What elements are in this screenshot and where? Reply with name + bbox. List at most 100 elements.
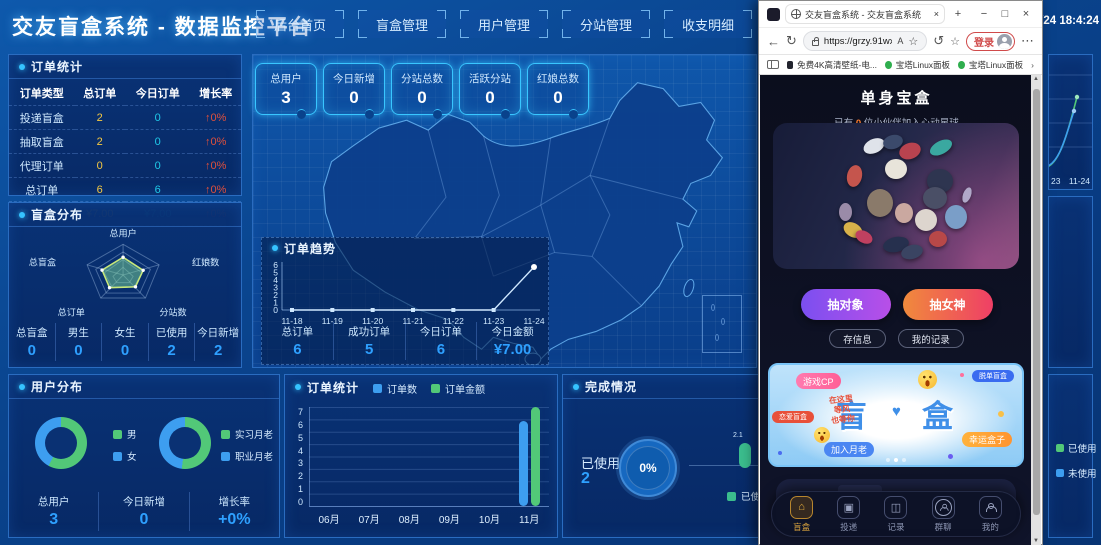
banner-tag: 幸运盒子	[962, 432, 1012, 447]
tab-me[interactable]: 我的	[979, 496, 1002, 533]
svg-text:总订单: 总订单	[58, 306, 85, 317]
collections-icon[interactable]: ☆	[950, 35, 960, 48]
close-button[interactable]: ×	[1018, 8, 1034, 20]
nav-tab-label: 分站管理	[580, 15, 632, 34]
promo-banner[interactable]: 盲 ♥ 盒 游戏CP 脱单盲盒 恋爱盲盒 加入月老 幸运盒子 在这里等风也等你	[768, 363, 1024, 467]
svg-text:总用户: 总用户	[109, 228, 136, 239]
panel-title: 订单统计	[31, 58, 83, 75]
nav-tab-label: 收支明细	[682, 15, 734, 34]
panel-title: 订单统计	[307, 379, 359, 396]
maximize-button[interactable]: □	[997, 8, 1013, 20]
panel-title: 盲盒分布	[31, 206, 83, 223]
x-tick: 09月	[439, 511, 460, 526]
legend-swatch	[727, 492, 736, 501]
tab-close-icon[interactable]: ×	[934, 9, 939, 19]
site-icon	[885, 61, 892, 69]
nav-tab[interactable]: 盲盒管理	[358, 10, 446, 38]
sync-icon[interactable]: ↺	[933, 33, 944, 49]
stat-badge: 分站总数 0	[391, 63, 453, 115]
stat-item: 今日新增 0	[98, 492, 188, 531]
tab-records[interactable]: ◫ 记录	[884, 496, 907, 533]
sidebar-icon[interactable]	[767, 60, 779, 69]
stat-item: 成功订单 5	[333, 322, 405, 360]
stat-item: 今日新增 2	[194, 323, 241, 361]
stat-item: 已使用 2	[148, 323, 195, 361]
bookmarks-overflow-icon[interactable]: ›	[1031, 60, 1034, 70]
scrollbar-thumb[interactable]	[1033, 89, 1040, 515]
avatar-planet-card	[773, 123, 1019, 269]
bullet-icon	[272, 245, 278, 251]
deco-dot	[778, 451, 782, 455]
table-header: 今日订单	[125, 81, 191, 106]
nav-tab-label: 用户管理	[478, 15, 530, 34]
panel-title: 完成情况	[585, 378, 637, 395]
order-bar-panel: 订单统计 订单数订单金额 76543210 06月07月08月09月10月11月	[284, 374, 558, 538]
nav-tab[interactable]: 后台首页	[256, 10, 344, 38]
favorite-star-icon[interactable]: ☆	[908, 35, 918, 48]
nav-tab[interactable]: 收支明细	[664, 10, 752, 38]
nav-tab[interactable]: 用户管理	[460, 10, 548, 38]
user-dist-stats: 总用户 3 今日新增 0 增长率 +0%	[9, 492, 279, 531]
bookmark-item[interactable]: 宝塔Linux面板	[958, 59, 1023, 71]
legend-swatch	[373, 384, 382, 393]
browser-tab[interactable]: 交友盲盒系统 - 交友盲盒系统 ×	[785, 4, 945, 24]
new-tab-button[interactable]: +	[950, 8, 966, 20]
svg-text:0: 0	[273, 305, 278, 315]
map-panel: 总用户 3 今日新增 0 分站总数 0 活跃分站 0 红娘总数 0 订单趋势 6…	[252, 54, 757, 368]
stat-badge: 活跃分站 0	[459, 63, 521, 115]
nav-tab[interactable]: 分站管理	[562, 10, 650, 38]
matchmaker-legend: 实习月老职业月老	[221, 427, 273, 463]
stat-badge: 总用户 3	[255, 63, 317, 115]
address-bar[interactable]: https://grzy.91wx.x... A ☆	[803, 31, 927, 51]
refresh-icon[interactable]: ↻	[786, 33, 797, 49]
screen: 交友盲盒系统 - 数据监控平台 /24 18:4:24 后台首页盲盒管理用户管理…	[0, 0, 1101, 545]
read-aloud-icon[interactable]: A	[897, 36, 903, 46]
order-trend-panel: 订单趋势 654321011-1811-1911-2011-2111-2211-…	[261, 237, 549, 365]
tab-delivery[interactable]: ▣ 投递	[837, 496, 860, 533]
banner-tag: 游戏CP	[796, 373, 841, 389]
user-trend-panel: 23 11-24	[1048, 54, 1093, 190]
x-tick: 10月	[479, 511, 500, 526]
record-icon: ◫	[884, 496, 907, 519]
matchmaker-donut-chart	[159, 417, 211, 469]
save-info-button[interactable]: 存信息	[829, 329, 886, 348]
minimize-button[interactable]: −	[976, 8, 992, 20]
workspace-icon[interactable]	[767, 8, 780, 21]
login-button[interactable]: 登录	[966, 32, 1015, 51]
x-tick: 08月	[399, 511, 420, 526]
browser-titlebar: 交友盲盒系统 - 交友盲盒系统 × + − □ ×	[759, 1, 1042, 27]
url-text[interactable]: https://grzy.91wx.x...	[824, 36, 892, 47]
bookmarks-bar: 免费4K高清壁纸-电... 宝塔Linux面板 宝塔Linux面板 ›	[759, 55, 1042, 75]
back-icon[interactable]: ←	[767, 34, 780, 49]
user-trend-chart	[1049, 55, 1092, 171]
scrollbar[interactable]: ▲ ▼	[1031, 75, 1041, 545]
tab-blindbox[interactable]: ⌂ 盲盒	[790, 496, 813, 533]
carousel-dots[interactable]	[770, 458, 1022, 462]
bookmark-item[interactable]: 宝塔Linux面板	[885, 59, 950, 71]
bullet-icon	[19, 384, 25, 390]
more-icon[interactable]: ⋯	[1021, 33, 1034, 49]
x-tick: 23	[1051, 176, 1060, 186]
bar	[519, 421, 528, 506]
app-title: 单身宝盒	[760, 87, 1033, 108]
stat-item: 总盲盒 0	[9, 323, 55, 361]
profile-avatar	[997, 34, 1012, 49]
bookmark-item[interactable]: 免费4K高清壁纸-电...	[787, 59, 877, 71]
draw-buttons: 抽对象 抽女神	[760, 289, 1033, 320]
draw-goddess-button[interactable]: 抽女神	[903, 289, 993, 320]
globe-icon	[791, 9, 801, 19]
x-tick: 06月	[318, 511, 339, 526]
bullet-icon	[295, 384, 301, 390]
draw-partner-button[interactable]: 抽对象	[801, 289, 891, 320]
legend-swatch	[431, 384, 440, 393]
bar-group	[319, 407, 340, 506]
my-records-button[interactable]: 我的记录	[898, 329, 964, 348]
stat-item: 总用户 3	[9, 492, 98, 531]
tab-groupchat[interactable]: 群聊	[932, 496, 955, 533]
browser-window: 交友盲盒系统 - 交友盲盒系统 × + − □ × ← ↻ https://gr…	[758, 0, 1043, 545]
banner-slogan: 在这里等风也等你	[828, 394, 855, 426]
bar-legend: 订单数订单金额	[373, 381, 485, 396]
completion-gauge: 0%	[619, 439, 677, 497]
group-icon	[932, 496, 955, 519]
banner-tag: 恋爱盲盒	[772, 411, 814, 423]
